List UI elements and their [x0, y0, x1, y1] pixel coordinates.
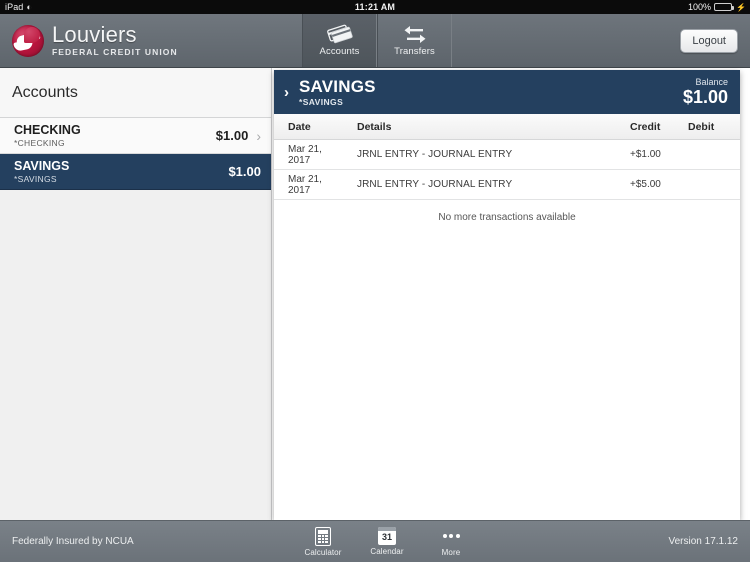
battery-percent-label: 100% — [688, 2, 712, 12]
sidebar-title: Accounts — [12, 83, 78, 101]
chevron-right-icon[interactable]: › — [284, 85, 289, 100]
ncua-insured-label: Federally Insured by NCUA — [12, 536, 134, 547]
transaction-date: Mar 21, 2017 — [288, 173, 322, 196]
account-name-block: SAVINGS *SAVINGS — [14, 159, 228, 184]
account-balance: $1.00 — [228, 164, 261, 179]
account-subname: *SAVINGS — [14, 174, 57, 184]
status-bar-right: 100% ⚡ — [688, 0, 746, 14]
sidebar-account-checking[interactable]: CHECKING *CHECKING $1.00 › — [0, 118, 271, 154]
tab-transfers-label: Transfers — [394, 46, 435, 57]
transaction-details: JRNL ENTRY - JOURNAL ENTRY — [357, 149, 513, 160]
transactions-table-header: Date Details Credit Debit — [274, 114, 740, 140]
charging-bolt-icon: ⚡ — [736, 2, 746, 12]
accounts-sidebar: Accounts CHECKING *CHECKING $1.00 › SAVI… — [0, 68, 272, 520]
account-subname: *CHECKING — [14, 138, 65, 148]
column-header-details: Details — [357, 120, 392, 133]
column-header-date: Date — [288, 120, 311, 133]
tab-accounts-label: Accounts — [319, 46, 360, 57]
footer-tab-calculator[interactable]: Calculator — [300, 526, 346, 557]
ios-status-bar: iPad ◐ 11:21 AM 100% ⚡ — [0, 0, 750, 14]
logout-area: Logout — [680, 14, 750, 67]
column-header-debit: Debit — [688, 120, 715, 133]
account-detail-header: › SAVINGS *SAVINGS Balance $1.00 — [274, 70, 740, 114]
status-bar-clock: 11:21 AM — [354, 2, 396, 12]
footer-tab-calculator-label: Calculator — [304, 547, 342, 557]
transaction-details: JRNL ENTRY - JOURNAL ENTRY — [357, 179, 513, 190]
calendar-icon: 31 — [378, 527, 396, 545]
footer-bar: Federally Insured by NCUA Calculator 31 … — [0, 520, 750, 562]
calculator-icon — [315, 526, 331, 546]
transaction-credit: +$5.00 — [630, 179, 661, 190]
transaction-date: Mar 21, 2017 — [288, 143, 322, 166]
footer-tab-more-label: More — [441, 547, 461, 557]
top-navigation-bar: Louviers FEDERAL CREDIT UNION Accounts T… — [0, 14, 750, 68]
footer-tab-more[interactable]: More — [428, 527, 474, 557]
sidebar-account-savings[interactable]: SAVINGS *SAVINGS $1.00 — [0, 154, 271, 190]
account-balance: $1.00 — [215, 128, 249, 143]
account-name: CHECKING — [14, 123, 81, 137]
column-header-credit: Credit — [630, 120, 661, 133]
chevron-right-icon: › — [256, 127, 261, 144]
account-detail-panel: › SAVINGS *SAVINGS Balance $1.00 Date De… — [274, 70, 740, 520]
credit-cards-icon — [326, 24, 353, 44]
detail-account-subname: *SAVINGS — [299, 96, 344, 107]
app-root: iPad ◐ 11:21 AM 100% ⚡ Louviers FEDERAL … — [0, 0, 750, 562]
battery-icon — [714, 3, 735, 11]
detail-title-block: SAVINGS *SAVINGS — [299, 76, 683, 107]
detail-account-name: SAVINGS — [299, 76, 376, 96]
sidebar-header: Accounts — [0, 68, 271, 118]
logout-button[interactable]: Logout — [680, 28, 738, 53]
brand-name: Louviers — [52, 22, 137, 47]
footer-tab-calendar-label: Calendar — [370, 547, 404, 556]
transaction-credit: +$1.00 — [630, 149, 661, 160]
nav-tabs: Accounts Transfers — [302, 14, 452, 67]
footer-tab-bar: Calculator 31 Calendar More — [300, 526, 474, 557]
louviers-logo-icon — [12, 24, 44, 57]
tab-transfers[interactable]: Transfers — [377, 14, 452, 67]
detail-balance-block: Balance $1.00 — [683, 77, 728, 107]
tab-accounts[interactable]: Accounts — [302, 14, 377, 67]
end-of-transactions-message: No more transactions available — [438, 211, 576, 223]
account-name-block: CHECKING *CHECKING — [14, 123, 216, 148]
brand-block: Louviers FEDERAL CREDIT UNION — [0, 14, 302, 67]
app-version-label: Version 17.1.12 — [668, 536, 739, 547]
ellipsis-icon — [442, 527, 460, 546]
table-row[interactable]: Mar 21, 2017 JRNL ENTRY - JOURNAL ENTRY … — [274, 140, 740, 170]
brand-text: Louviers FEDERAL CREDIT UNION — [52, 22, 178, 58]
table-row[interactable]: Mar 21, 2017 JRNL ENTRY - JOURNAL ENTRY … — [274, 170, 740, 200]
brand-subtitle: FEDERAL CREDIT UNION — [52, 47, 178, 57]
balance-value: $1.00 — [682, 87, 728, 107]
footer-tab-calendar[interactable]: 31 Calendar — [364, 527, 410, 556]
balance-label: Balance — [695, 77, 728, 87]
calendar-day-number: 31 — [381, 532, 392, 542]
account-name: SAVINGS — [14, 159, 70, 173]
transfer-arrows-icon — [403, 24, 427, 44]
